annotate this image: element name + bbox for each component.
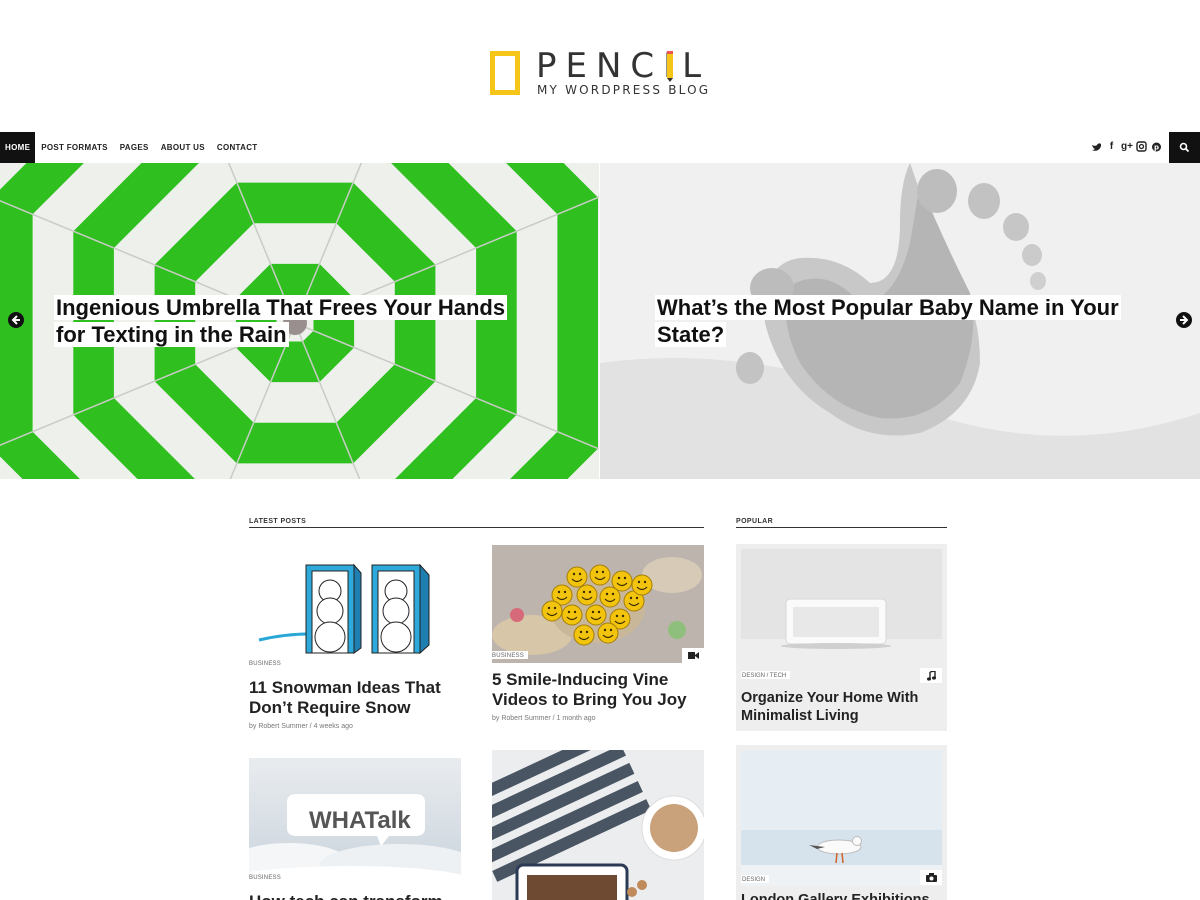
video-camera-icon [688,652,699,659]
facebook-icon[interactable]: f [1106,140,1117,154]
post-meta: by Robert Summer / 4 weeks ago [249,723,353,730]
site-tagline: MY WORDPRESS BLOG [537,83,711,97]
slider-next-button[interactable] [1176,312,1192,328]
post-card[interactable]: WHATalk BUSINESS How tech can transform [249,758,461,900]
popular-heading: POPULAR [736,518,947,528]
pencil-icon [667,51,673,82]
post-category[interactable]: DESIGN [741,875,770,883]
seagull-image [741,750,942,886]
snowman-image [249,545,461,663]
logo-mark [490,51,520,95]
video-format-badge [682,648,704,663]
instagram-icon[interactable] [1136,140,1147,154]
slide-title[interactable]: Ingenious Umbrella That Frees Your Hands… [54,294,534,348]
post-category[interactable]: BUSINESS [492,651,528,659]
post-title[interactable]: London Gallery Exhibitions [741,891,941,900]
search-icon [1179,142,1190,153]
arrow-right-icon [1180,315,1189,325]
site-title: PENCIL [536,46,711,86]
whatalk-image: WHATalk [249,758,461,884]
nav-item-about-us[interactable]: ABOUT US [155,132,211,163]
post-category[interactable]: BUSINESS [249,873,285,881]
post-card[interactable] [492,750,704,900]
image-format-badge [920,870,942,885]
nav-item-contact[interactable]: CONTACT [211,132,264,163]
post-title[interactable]: 5 Smile-Inducing Vine Videos to Bring Yo… [492,670,697,710]
slide-title[interactable]: What’s the Most Popular Baby Name in You… [655,294,1125,348]
slider-prev-button[interactable] [8,312,24,328]
post-title[interactable]: How tech can transform [249,892,454,900]
svg-text:p: p [1154,144,1159,152]
nav-item-post-formats[interactable]: POST FORMATS [35,132,114,163]
popular-card[interactable]: DESIGN London Gallery Exhibitions [736,745,947,900]
latest-posts-heading: LATEST POSTS [249,518,704,528]
search-button[interactable] [1169,132,1200,163]
post-category[interactable]: DESIGN / TECH [741,671,791,679]
post-card[interactable]: BUSINESS 11 Snowman Ideas That Don’t Req… [249,545,461,735]
pinterest-icon[interactable]: p [1151,140,1162,154]
whatalk-text: WHATalk [309,807,411,834]
post-title[interactable]: 11 Snowman Ideas That Don’t Require Snow [249,678,454,718]
slide-baby[interactable]: What’s the Most Popular Baby Name in You… [600,163,1200,479]
site-logo[interactable]: PENCIL MY WORDPRESS BLOG [488,46,718,98]
coffee-image [492,750,704,900]
post-meta: by Robert Summer / 1 month ago [492,715,596,722]
music-note-icon [927,671,936,681]
smiley-cookies-image [492,545,704,663]
nav-item-home[interactable]: HOME [0,132,36,163]
audio-format-badge [920,668,942,683]
post-category[interactable]: BUSINESS [249,659,285,667]
camera-icon [926,873,937,882]
social-links: f g+ p [1091,140,1162,154]
nav-item-pages[interactable]: PAGES [114,132,155,163]
slide-umbrella[interactable]: Ingenious Umbrella That Frees Your Hands… [0,163,599,479]
google-plus-icon[interactable]: g+ [1121,140,1133,154]
arrow-left-icon [11,315,20,325]
featured-slider: Ingenious Umbrella That Frees Your Hands… [0,163,1200,479]
popular-card[interactable]: DESIGN / TECH Organize Your Home With Mi… [736,544,947,731]
post-title[interactable]: Organize Your Home With Minimalist Livin… [741,689,941,725]
main-navigation: HOME POST FORMATS PAGES ABOUT US CONTACT… [0,132,1200,163]
minimalist-speaker-image [741,549,942,685]
twitter-icon[interactable] [1091,140,1102,154]
post-card[interactable]: BUSINESS 5 Smile-Inducing Vine Videos to… [492,545,704,735]
